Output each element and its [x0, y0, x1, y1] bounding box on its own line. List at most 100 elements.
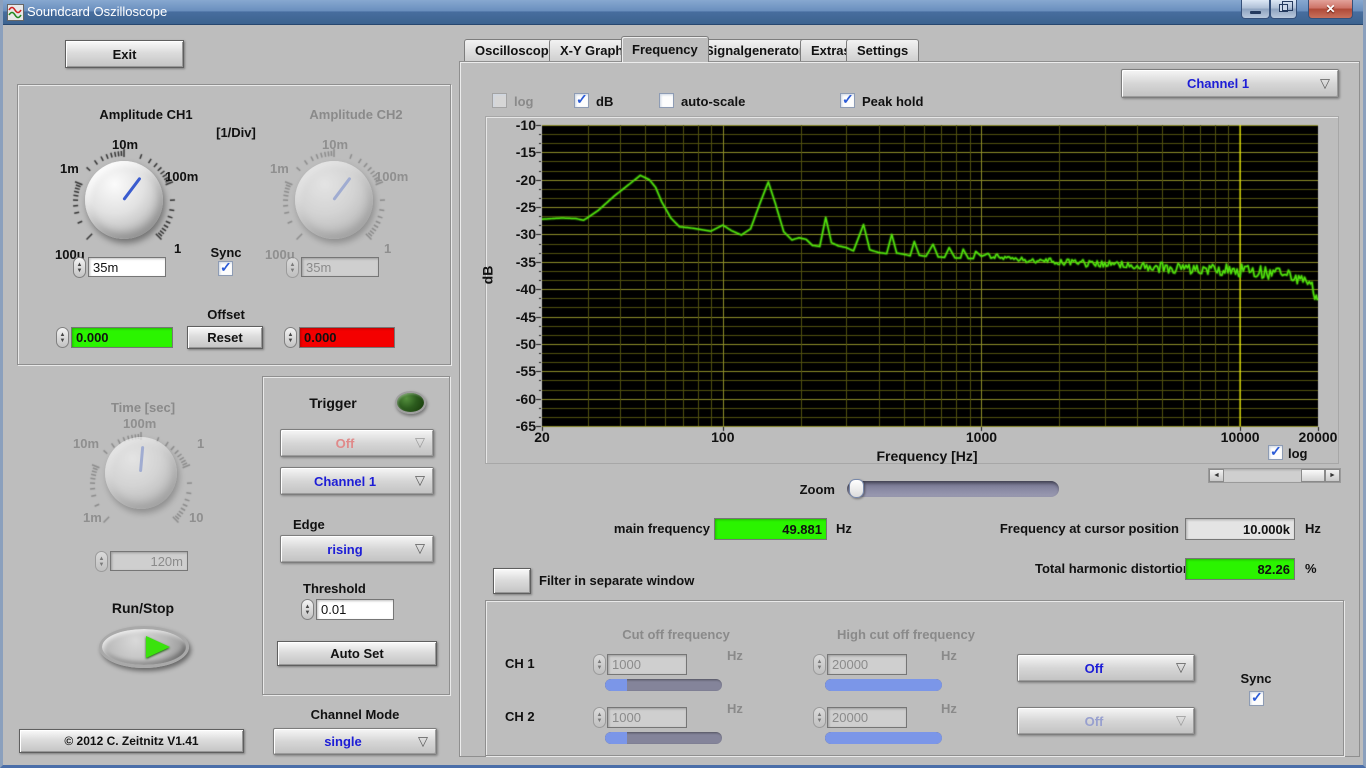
x-tick-label: 20 — [534, 429, 550, 445]
graph-scrollbar[interactable]: ◄ ► — [1208, 468, 1341, 483]
knob-needle — [139, 445, 145, 473]
thd-value: 82.26 — [1185, 558, 1295, 580]
threshold-value[interactable]: 0.01 — [316, 599, 394, 620]
offset-reset-button[interactable]: Reset — [187, 326, 263, 349]
close-button[interactable]: ✕ — [1308, 0, 1353, 19]
log-checkbox[interactable] — [492, 93, 507, 108]
y-tick-label: -15 — [515, 144, 536, 161]
app-window: Soundcard Oszilloscope ✕ Exit Amplitude … — [0, 0, 1366, 768]
time-knob[interactable] — [105, 437, 177, 509]
y-tick-label: -20 — [515, 171, 536, 188]
sync-checkbox[interactable] — [218, 259, 233, 276]
y-axis-title: dB — [479, 265, 496, 285]
thd-unit: % — [1305, 561, 1317, 576]
y-tick-label: -60 — [515, 390, 536, 407]
trigger-source-dropdown[interactable]: Channel 1 ▽ — [280, 467, 434, 495]
ch1-low-slider[interactable] — [605, 679, 722, 691]
ch2-low-value[interactable]: 1000 — [607, 707, 687, 728]
ch1-filter-mode-dropdown[interactable]: Off ▽ — [1017, 654, 1195, 682]
filter-window-label: Filter in separate window — [539, 573, 695, 588]
y-tick-label: -10 — [515, 117, 536, 133]
amplitude-ch1-label: Amplitude CH1 — [99, 107, 193, 122]
ch2-low-slider[interactable] — [605, 732, 722, 744]
main-frequency-label: main frequency — [613, 521, 710, 536]
amplitude-ch2-knob[interactable] — [295, 161, 373, 239]
filter-window-button[interactable] — [493, 568, 531, 594]
offset-ch2-value[interactable]: 0.000 — [299, 327, 395, 348]
scroll-left-icon[interactable]: ◄ — [1209, 469, 1224, 482]
tab-frequency[interactable]: Frequency — [621, 36, 709, 62]
ch2-low-spinner[interactable]: ▲ ▼ — [593, 707, 606, 728]
trigger-edge-dropdown[interactable]: rising ▽ — [280, 535, 434, 563]
tab-signalgenerator[interactable]: Signalgenerator — [694, 39, 815, 61]
time-value[interactable]: 120m — [110, 551, 188, 571]
ch1-low-value[interactable]: 1000 — [607, 654, 687, 675]
slider-fill — [605, 679, 627, 691]
channel-mode-dropdown[interactable]: single ▽ — [273, 728, 437, 755]
channel-mode-label: Channel Mode — [310, 707, 400, 722]
amplitude-ch2-value[interactable]: 35m — [301, 257, 379, 277]
play-icon — [146, 636, 170, 658]
peakhold-checkbox[interactable] — [840, 91, 855, 108]
minimize-icon — [1250, 11, 1261, 14]
knob-scale-label: 1 — [197, 436, 205, 451]
amplitude-ch1-value[interactable]: 35m — [88, 257, 166, 277]
axis-log-checkbox[interactable] — [1268, 443, 1283, 460]
ch2-high-value[interactable]: 20000 — [827, 707, 907, 728]
spectrum-graph[interactable]: -10 -15 -20 -25 -30 -35 -40 -45 -50 -55 -60 -65 20 1… — [479, 116, 1339, 464]
trigger-mode-dropdown[interactable]: Off ▽ — [280, 429, 434, 457]
amplitude-panel: Amplitude CH1 [1/Div] Amplitude CH2 10m … — [17, 84, 451, 365]
x-tick-label: 20000 — [1298, 429, 1338, 445]
ch2-high-spinner[interactable]: ▲ ▼ — [813, 707, 826, 728]
offset-ch1-spinner[interactable]: ▲ ▼ — [56, 327, 69, 348]
spectrum-canvas[interactable] — [486, 117, 1338, 463]
knob-scale-label: 100m — [375, 169, 409, 184]
time-spinner[interactable]: ▲ ▼ — [95, 551, 108, 572]
minimize-button[interactable] — [1241, 0, 1270, 19]
zoom-label: Zoom — [799, 482, 835, 497]
knob-scale-label: 1m — [83, 510, 102, 525]
cursor-frequency-label: Frequency at cursor position — [999, 521, 1179, 536]
peakhold-label: Peak hold — [862, 94, 924, 109]
offset-ch2-spinner[interactable]: ▲ ▼ — [284, 327, 297, 348]
threshold-spinner[interactable]: ▲ ▼ — [301, 599, 314, 620]
ch1-low-unit: Hz — [727, 648, 743, 663]
ch1-high-value[interactable]: 20000 — [827, 654, 907, 675]
channel-select-dropdown[interactable]: Channel 1 ▽ — [1121, 69, 1339, 98]
maximize-button[interactable] — [1270, 0, 1297, 19]
title-bar[interactable]: Soundcard Oszilloscope ✕ — [3, 0, 1363, 25]
autoset-button[interactable]: Auto Set — [277, 641, 437, 666]
tab-settings[interactable]: Settings — [846, 39, 920, 61]
amplitude-ch2-spinner[interactable]: ▲ ▼ — [286, 257, 299, 278]
ch1-high-slider[interactable] — [825, 679, 942, 691]
runstop-button[interactable] — [99, 626, 189, 668]
zoom-slider[interactable] — [847, 479, 1059, 498]
knob-scale-label: 1m — [270, 161, 289, 176]
knob-scale-label: 1 — [174, 241, 182, 256]
maximize-icon — [1279, 1, 1293, 12]
ch1-low-spinner[interactable]: ▲ ▼ — [593, 654, 606, 675]
x-tick-label: 100 — [711, 429, 735, 445]
db-checkbox[interactable] — [574, 91, 589, 108]
offset-ch1-value[interactable]: 0.000 — [71, 327, 173, 348]
scroll-right-icon[interactable]: ► — [1325, 469, 1340, 482]
filter-sync-checkbox[interactable] — [1249, 689, 1264, 706]
ch2-filter-mode-dropdown[interactable]: Off ▽ — [1017, 707, 1195, 735]
zoom-slider-thumb[interactable] — [849, 479, 864, 498]
chevron-down-icon: ▽ — [1176, 712, 1186, 728]
app-icon — [7, 4, 24, 21]
exit-button[interactable]: Exit — [65, 40, 184, 68]
amplitude-ch2-label: Amplitude CH2 — [309, 107, 403, 122]
main-frequency-value: 49.881 — [714, 518, 827, 540]
ch2-high-slider[interactable] — [825, 732, 942, 744]
scrollbar-thumb[interactable] — [1301, 469, 1325, 482]
knob-needle — [332, 176, 352, 201]
autoscale-label: auto-scale — [681, 94, 746, 109]
ch1-high-spinner[interactable]: ▲ ▼ — [813, 654, 826, 675]
amplitude-ch1-spinner[interactable]: ▲ ▼ — [73, 257, 86, 278]
y-tick-label: -55 — [515, 363, 536, 380]
autoscale-checkbox[interactable] — [659, 93, 674, 108]
knob-scale-label: 10m — [112, 137, 139, 152]
amplitude-ch1-knob[interactable] — [85, 161, 163, 239]
knob-scale-label: 1m — [60, 161, 79, 176]
